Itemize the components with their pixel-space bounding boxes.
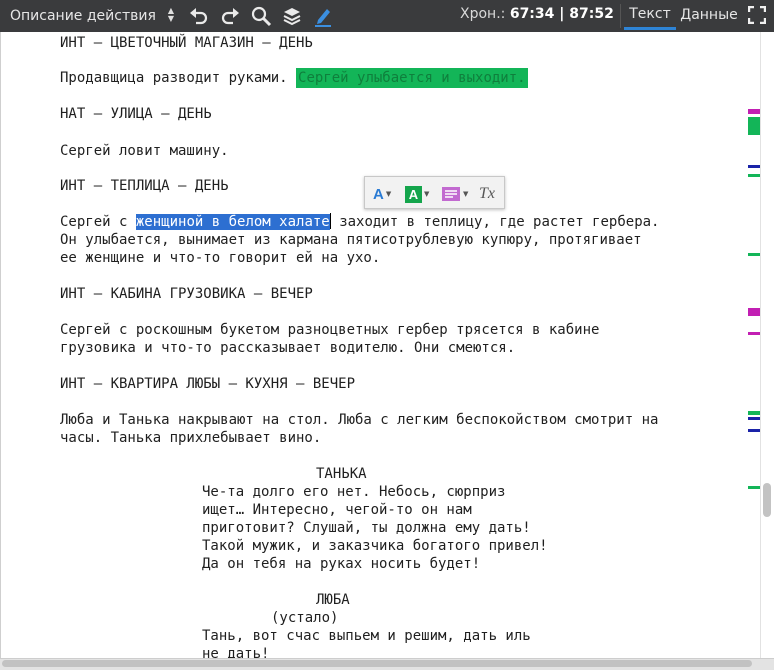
- action-line: Продавщица разводит руками. Сергей улыба…: [60, 68, 528, 88]
- selected-text: женщиной в белом халате: [135, 214, 330, 230]
- highlight-marker[interactable]: [748, 411, 760, 415]
- action-line: грузовика и что-то рассказывает водителю…: [60, 340, 516, 356]
- character-name: ЛЮБА: [316, 592, 350, 608]
- dialogue-line: не дать!: [202, 646, 270, 658]
- text-color-marker[interactable]: [748, 165, 760, 168]
- dialogue-line: Да он тебя на руках носить будет!: [202, 556, 481, 572]
- main-toolbar: Описание действия ▲ ▼ Хрон.: 67:34 | 87:5…: [0, 0, 774, 32]
- action-line: Сергей с роскошным букетом разноцветных …: [60, 322, 600, 338]
- horizontal-scroll-thumb[interactable]: [2, 660, 752, 667]
- redo-icon[interactable]: [217, 3, 243, 29]
- search-icon[interactable]: [248, 3, 274, 29]
- green-highlight: Сергей улыбается и выходит.: [296, 68, 528, 88]
- action-text: заходит в теплицу, где растет гербера.: [339, 214, 660, 230]
- tab-text[interactable]: Текст: [624, 0, 676, 30]
- comment-marker[interactable]: [748, 332, 760, 335]
- review-markers: [748, 32, 760, 658]
- dialogue-line: приготовит? Слушай, ты должна ему дать!: [202, 520, 531, 536]
- highlight-color-icon[interactable]: A ▼: [405, 184, 429, 204]
- vertical-scroll-thumb[interactable]: [763, 483, 771, 517]
- text-cursor: [329, 213, 331, 229]
- scene-heading: ИНТ – ЦВЕТОЧНЫЙ МАГАЗИН – ДЕНЬ: [60, 35, 313, 51]
- vertical-scrollbar[interactable]: [760, 32, 774, 658]
- action-line: Люба и Танька накрывают на стол. Люба с …: [60, 412, 659, 428]
- action-line: Он улыбается, вынимает из кармана пятисо…: [60, 232, 642, 248]
- duration-value: 67:34 | 87:52: [509, 6, 614, 22]
- comment-icon[interactable]: ▼: [441, 184, 468, 204]
- text-color-marker[interactable]: [748, 429, 760, 432]
- scene-heading: ИНТ – ТЕПЛИЦА – ДЕНЬ: [60, 178, 229, 194]
- duration-label: Хрон.:: [460, 6, 506, 22]
- dialogue-line: Такой мужик, и заказчика богатого привел…: [202, 538, 548, 554]
- character-name: ТАНЬКА: [316, 466, 367, 482]
- duration-readout: Хрон.: 67:34 | 87:52: [460, 6, 614, 22]
- scene-heading: ИНТ – КАБИНА ГРУЗОВИКА – ВЕЧЕР: [60, 286, 313, 302]
- text-color-icon[interactable]: A ▼: [373, 184, 391, 204]
- select-arrows-icon: ▲ ▼: [167, 6, 174, 23]
- highlight-marker[interactable]: [748, 174, 760, 177]
- action-text: Продавщица разводит руками.: [60, 70, 288, 86]
- toolbar-divider: [620, 4, 621, 28]
- action-line: Сергей с женщиной в белом халате заходит…: [60, 213, 659, 231]
- scene-heading: НАТ – УЛИЦА – ДЕНЬ: [60, 106, 212, 122]
- block-type-select[interactable]: Описание действия ▲ ▼: [2, 2, 180, 29]
- action-line: Сергей ловит машину.: [60, 143, 229, 159]
- format-popup: A ▼ A ▼ ▼ Tx: [364, 176, 505, 209]
- layers-icon[interactable]: [279, 3, 305, 29]
- dialogue-line: Че-та долго его нет. Небось, сюрприз: [202, 484, 506, 500]
- block-type-value: Описание действия: [10, 7, 156, 24]
- fullscreen-icon[interactable]: [747, 5, 767, 25]
- action-text: Сергей с: [60, 214, 128, 230]
- pen-icon[interactable]: [310, 3, 336, 29]
- dialogue-line: Тань, вот счас выпьем и решим, дать иль: [202, 628, 531, 644]
- highlight-marker[interactable]: [748, 486, 760, 489]
- text-color-marker[interactable]: [748, 417, 760, 420]
- highlight-marker[interactable]: [748, 117, 760, 135]
- tab-data[interactable]: Данные: [678, 0, 740, 30]
- scene-heading: ИНТ – КВАРТИРА ЛЮБЫ – КУХНЯ – ВЕЧЕР: [60, 376, 356, 392]
- highlight-marker[interactable]: [748, 253, 760, 256]
- script-editor[interactable]: ИНТ – ЦВЕТОЧНЫЙ МАГАЗИН – ДЕНЬ Продавщиц…: [0, 32, 760, 658]
- comment-marker[interactable]: [748, 308, 760, 316]
- action-line: часы. Танька прихлебывает вино.: [60, 430, 322, 446]
- dialogue-line: ищет… Интересно, чегой-то он нам: [202, 502, 472, 518]
- undo-icon[interactable]: [186, 3, 212, 29]
- action-line: ее женщине и что-то говорит ей на ухо.: [60, 250, 381, 266]
- parenthetical: (устало): [271, 610, 339, 626]
- comment-marker[interactable]: [748, 109, 760, 114]
- clear-format-icon[interactable]: Tx: [479, 184, 495, 204]
